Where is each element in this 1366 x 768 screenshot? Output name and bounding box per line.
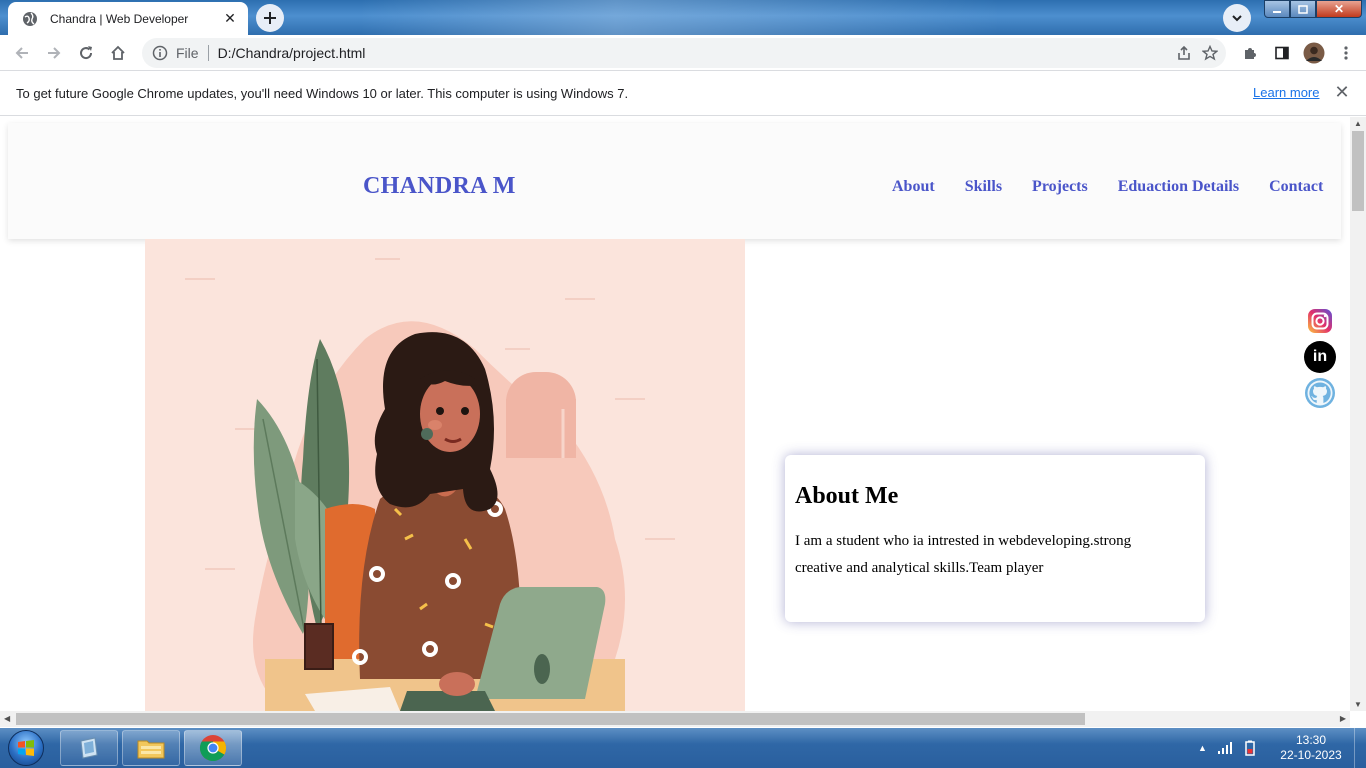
system-clock[interactable]: 13:30 22-10-2023 xyxy=(1276,733,1346,763)
minimize-button[interactable] xyxy=(1264,0,1290,18)
globe-icon xyxy=(23,11,37,26)
info-icon[interactable] xyxy=(152,45,168,61)
site-nav: About Skills Projects Eduaction Details … xyxy=(892,178,1323,196)
close-window-button[interactable]: ✕ xyxy=(1316,0,1362,18)
battery-icon[interactable] xyxy=(1243,740,1257,756)
page-viewport: CHANDRA M About Skills Projects Eduactio… xyxy=(0,117,1350,711)
plus-icon xyxy=(264,12,276,24)
clock-date: 22-10-2023 xyxy=(1280,748,1342,762)
address-bar[interactable]: File D:/Chandra/project.html xyxy=(142,38,1226,68)
taskbar-chrome[interactable] xyxy=(184,730,242,766)
github-link[interactable] xyxy=(1304,377,1336,409)
back-button[interactable] xyxy=(6,37,38,69)
home-button[interactable] xyxy=(102,37,134,69)
linkedin-icon: in xyxy=(1312,348,1328,365)
vertical-scroll-thumb[interactable] xyxy=(1352,131,1364,211)
tab-title: Chandra | Web Developer xyxy=(50,11,189,26)
minimize-icon xyxy=(1273,11,1281,13)
signal-icon[interactable] xyxy=(1217,741,1233,755)
system-tray: ▲ xyxy=(1198,728,1257,768)
hero-illustration xyxy=(145,239,745,711)
taskbar-media-player[interactable] xyxy=(60,730,118,766)
scroll-left-icon[interactable]: ◀ xyxy=(4,714,10,723)
kebab-menu-icon xyxy=(1344,46,1348,60)
reload-icon xyxy=(80,45,93,59)
forward-button[interactable] xyxy=(38,37,70,69)
browser-tab[interactable]: Chandra | Web Developer ✕ xyxy=(8,2,248,35)
nav-projects[interactable]: Projects xyxy=(1032,178,1088,196)
update-infobar: To get future Google Chrome updates, you… xyxy=(0,71,1366,116)
tab-search-button[interactable] xyxy=(1223,4,1251,32)
infobar-message: To get future Google Chrome updates, you… xyxy=(16,85,629,101)
omnibox-divider xyxy=(207,45,209,61)
reload-button[interactable] xyxy=(70,37,102,69)
nav-contact[interactable]: Contact xyxy=(1269,178,1323,196)
menu-button[interactable] xyxy=(1330,37,1362,69)
woman-at-laptop-illustration xyxy=(185,258,675,711)
chevron-down-icon xyxy=(1232,15,1242,22)
avatar xyxy=(1303,42,1325,64)
side-panel-icon xyxy=(1275,46,1289,60)
file-explorer-icon xyxy=(137,740,165,759)
nav-education-details[interactable]: Eduaction Details xyxy=(1118,178,1239,196)
close-infobar-icon[interactable]: ✕ xyxy=(1333,82,1351,102)
start-button[interactable] xyxy=(4,728,48,768)
new-tab-button[interactable] xyxy=(256,4,284,32)
windows-logo-icon xyxy=(8,730,44,766)
profile-button[interactable] xyxy=(1298,37,1330,69)
home-icon xyxy=(111,45,125,60)
instagram-icon xyxy=(1308,309,1332,333)
arrow-right-icon xyxy=(48,46,61,59)
scroll-right-icon[interactable]: ▶ xyxy=(1340,714,1346,723)
puzzle-icon xyxy=(1245,48,1256,59)
show-hidden-icons-icon[interactable]: ▲ xyxy=(1198,743,1207,753)
media-player-icon xyxy=(80,737,98,759)
show-desktop-button[interactable] xyxy=(1354,728,1366,768)
horizontal-scrollbar[interactable]: ◀ ▶ xyxy=(0,711,1350,727)
about-heading: About Me xyxy=(795,483,899,509)
clock-time: 13:30 xyxy=(1295,733,1327,747)
close-tab-icon[interactable]: ✕ xyxy=(222,10,238,27)
nav-skills[interactable]: Skills xyxy=(965,178,1002,196)
site-header: CHANDRA M About Skills Projects Eduactio… xyxy=(8,123,1341,239)
scheme-label: File xyxy=(176,45,199,61)
vertical-scrollbar[interactable]: ▲ ▼ xyxy=(1350,117,1366,711)
linkedin-link[interactable]: in xyxy=(1304,341,1336,373)
github-icon xyxy=(1305,378,1335,408)
about-text: I am a student who ia intrested in webde… xyxy=(795,533,1132,576)
extensions-button[interactable] xyxy=(1234,37,1266,69)
side-panel-button[interactable] xyxy=(1266,37,1298,69)
restore-icon xyxy=(1298,5,1308,14)
chrome-icon xyxy=(199,735,227,762)
scroll-down-icon[interactable]: ▼ xyxy=(1354,700,1362,709)
share-icon[interactable] xyxy=(1176,45,1192,61)
instagram-link[interactable] xyxy=(1304,305,1336,337)
bookmark-star-icon[interactable] xyxy=(1202,45,1218,61)
taskbar-file-explorer[interactable] xyxy=(122,730,180,766)
scroll-up-icon[interactable]: ▲ xyxy=(1354,119,1362,128)
tab-strip: Chandra | Web Developer ✕ ✕ xyxy=(0,0,1366,35)
brand-logo[interactable]: CHANDRA M xyxy=(363,173,516,200)
nav-about[interactable]: About xyxy=(892,178,935,196)
maximize-button[interactable] xyxy=(1290,0,1316,18)
window-controls: ✕ xyxy=(1264,0,1362,18)
learn-more-link[interactable]: Learn more xyxy=(1253,85,1319,100)
about-me-card: About Me I am a student who ia intrested… xyxy=(785,455,1205,622)
taskbar: ▲ 13:30 22-10-2023 xyxy=(0,728,1366,768)
horizontal-scroll-thumb[interactable] xyxy=(16,713,1085,725)
url-text[interactable]: D:/Chandra/project.html xyxy=(218,45,366,61)
close-icon: ✕ xyxy=(1333,2,1345,16)
browser-toolbar: File D:/Chandra/project.html xyxy=(0,35,1366,71)
arrow-left-icon xyxy=(15,46,28,59)
